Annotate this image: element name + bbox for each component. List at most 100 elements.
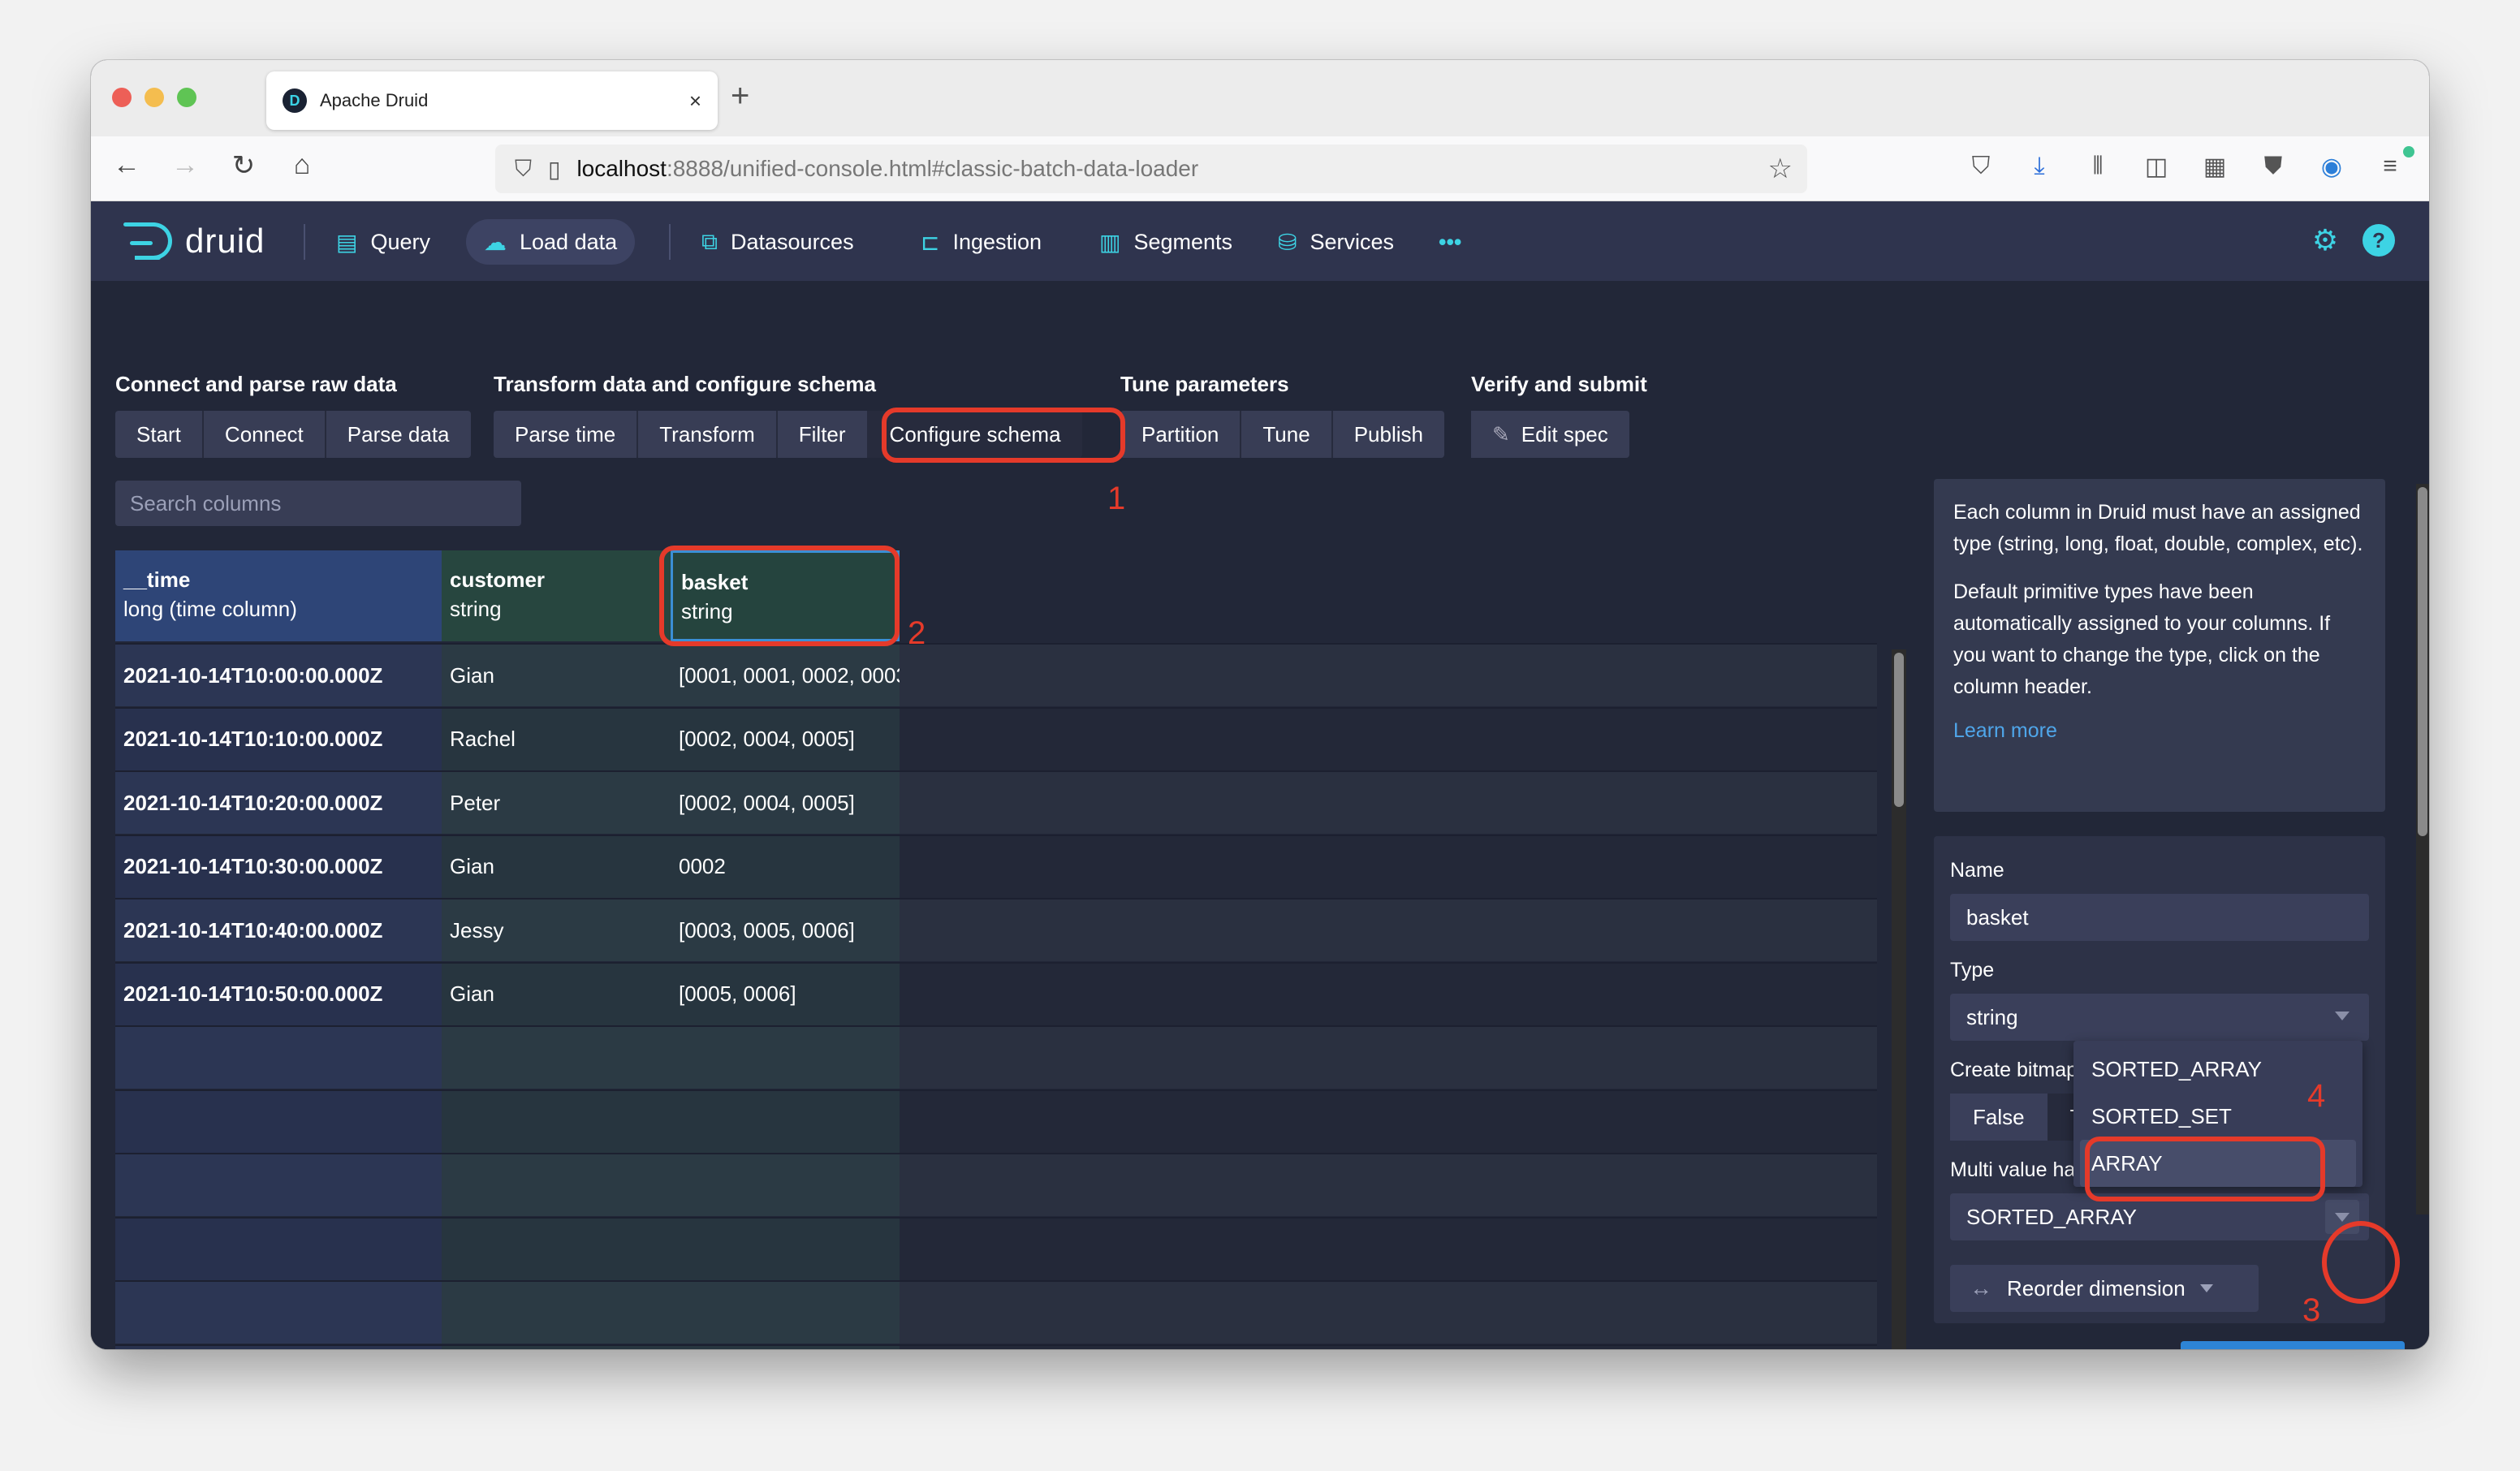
side-panel-scrollbar[interactable] bbox=[2416, 484, 2429, 1214]
nav-query[interactable]: ▤ Query bbox=[318, 219, 448, 265]
step-start[interactable]: Start bbox=[115, 411, 204, 458]
cell-customer: Jessy bbox=[442, 899, 671, 961]
column-header-time[interactable]: __time long (time column) bbox=[115, 550, 442, 641]
cell-customer bbox=[442, 1027, 671, 1089]
table-row: 2021-10-14T10:40:00.000Z Jessy [0003, 0005… bbox=[115, 898, 1877, 961]
cell-filler bbox=[900, 899, 1877, 961]
cell-customer: Peter bbox=[442, 772, 671, 834]
back-button[interactable]: ← bbox=[109, 149, 145, 181]
shield-icon[interactable]: ⛉ bbox=[515, 156, 532, 183]
search-columns-input[interactable] bbox=[115, 481, 521, 526]
chevron-down-icon bbox=[2335, 1213, 2350, 1222]
step-transform[interactable]: Transform bbox=[638, 411, 778, 458]
pocket-icon[interactable]: ⛉ bbox=[1963, 153, 1999, 180]
column-header-customer[interactable]: customer string bbox=[442, 550, 671, 641]
column-header-basket[interactable]: basket string bbox=[671, 550, 900, 641]
type-value: string bbox=[1966, 1004, 2018, 1029]
table-header: __time long (time column) customer strin… bbox=[115, 550, 1877, 641]
navigation-toolbar: ← → ↻ ⌂ ⛉ ▯ localhost:8888/unified-conso… bbox=[91, 136, 2429, 201]
empty-table-row bbox=[115, 1280, 1877, 1344]
cell-time: 2021-10-14T10:10:00.000Z bbox=[115, 708, 442, 770]
step-group-connect: Start Connect Parse data bbox=[115, 411, 471, 458]
annotation-number: 4 bbox=[2307, 1078, 2326, 1114]
druid-logo[interactable]: druid bbox=[123, 219, 265, 263]
forward-button[interactable]: → bbox=[167, 149, 203, 181]
table-row: 2021-10-14T10:30:00.000Z Gian 0002 bbox=[115, 834, 1877, 898]
nav-segments[interactable]: ▥ Segments bbox=[1081, 219, 1250, 265]
extensions-grid-icon[interactable]: ▦ bbox=[2197, 153, 2233, 181]
nav-load-data[interactable]: ☁ Load data bbox=[466, 219, 636, 265]
vpn-lock-icon[interactable]: ◉ bbox=[2314, 153, 2350, 181]
annotation-number: 1 bbox=[1107, 481, 1126, 516]
menu-icon[interactable]: ≡ bbox=[2372, 153, 2408, 180]
ublock-icon[interactable]: ⛊ bbox=[2255, 153, 2291, 180]
step-publish[interactable]: Publish bbox=[1332, 411, 1444, 458]
home-button[interactable]: ⌂ bbox=[284, 149, 320, 181]
bitmap-false-button[interactable]: False bbox=[1950, 1094, 2048, 1141]
cell-basket: [0001, 0001, 0002, 0003] bbox=[671, 645, 900, 706]
druid-favicon-icon: D bbox=[283, 88, 307, 113]
nav-ingestion[interactable]: ⊏ Ingestion bbox=[903, 219, 1059, 265]
download-icon[interactable]: ⤓ bbox=[2022, 153, 2057, 180]
step-connect[interactable]: Connect bbox=[203, 411, 326, 458]
url-bar[interactable]: ⛉ ▯ localhost:8888/unified-console.html#… bbox=[495, 145, 1807, 193]
cell-customer: Gian bbox=[442, 963, 671, 1025]
step-filter[interactable]: Filter bbox=[777, 411, 869, 458]
cell-filler bbox=[900, 1282, 1877, 1344]
cloud-upload-icon: ☁ bbox=[484, 229, 507, 255]
help-icon[interactable]: ? bbox=[2362, 224, 2395, 257]
new-tab-button[interactable]: + bbox=[731, 78, 749, 114]
minimize-window-button[interactable] bbox=[145, 88, 164, 107]
table-scrollbar[interactable] bbox=[1892, 649, 1906, 1349]
caret-down-icon bbox=[2199, 1284, 2213, 1292]
side-panel-scrollbar-thumb[interactable] bbox=[2418, 487, 2427, 836]
cell-filler bbox=[900, 772, 1877, 834]
settings-gear-icon[interactable]: ⚙ bbox=[2309, 224, 2341, 257]
step-edit-spec[interactable]: ✎ Edit spec bbox=[1471, 411, 1629, 458]
name-input[interactable]: basket bbox=[1950, 894, 2369, 941]
cell-customer bbox=[442, 1154, 671, 1216]
ingestion-icon: ⊏ bbox=[921, 229, 940, 255]
cell-filler bbox=[900, 1219, 1877, 1280]
step-parse-data[interactable]: Parse data bbox=[326, 411, 471, 458]
multi-value-dropdown-button[interactable] bbox=[2325, 1200, 2359, 1234]
step-configure-schema[interactable]: Configure schema bbox=[868, 411, 1082, 458]
reload-button[interactable]: ↻ bbox=[226, 149, 261, 182]
table-row: 2021-10-14T10:10:00.000Z Rachel [0002, 000… bbox=[115, 706, 1877, 770]
maximize-window-button[interactable] bbox=[177, 88, 196, 107]
logo-text: druid bbox=[185, 222, 265, 260]
cell-basket bbox=[671, 1090, 900, 1153]
nav-datasources[interactable]: ⧉ Datasources bbox=[684, 219, 872, 265]
nav-services[interactable]: ⛁ Services bbox=[1260, 219, 1412, 265]
step-partition[interactable]: Partition bbox=[1120, 411, 1242, 458]
column-type: long (time column) bbox=[123, 597, 297, 621]
table-row: 2021-10-14T10:50:00.000Z Gian [0005, 0006] bbox=[115, 961, 1877, 1025]
more-menu-button[interactable]: ••• bbox=[1421, 219, 1479, 265]
step-group-label: Transform data and configure schema bbox=[494, 372, 877, 396]
annotation-number: 3 bbox=[2302, 1292, 2321, 1328]
step-tune[interactable]: Tune bbox=[1241, 411, 1333, 458]
browser-tab[interactable]: D Apache Druid × bbox=[266, 71, 718, 130]
close-tab-icon[interactable]: × bbox=[689, 88, 701, 114]
multi-value-handling-input[interactable]: SORTED_ARRAY bbox=[1950, 1193, 2369, 1240]
library-icon[interactable]: ⫴ bbox=[2080, 153, 2116, 180]
step-label: Edit spec bbox=[1521, 421, 1608, 446]
close-window-button[interactable] bbox=[112, 88, 132, 107]
nav-label: Query bbox=[370, 229, 430, 254]
sidebar-icon[interactable]: ◫ bbox=[2138, 153, 2174, 181]
cell-basket bbox=[671, 1282, 900, 1344]
load-data-view: Connect and parse raw data Transform dat… bbox=[91, 281, 2429, 1349]
info-paragraph: Default primitive types have been automa… bbox=[1953, 580, 2331, 698]
step-parse-time[interactable]: Parse time bbox=[494, 411, 639, 458]
bookmark-star-icon[interactable]: ☆ bbox=[1768, 153, 1793, 185]
schema-table: __time long (time column) customer strin… bbox=[115, 550, 1877, 1349]
nav-label: Datasources bbox=[731, 229, 854, 254]
learn-more-link[interactable]: Learn more bbox=[1953, 719, 2057, 742]
table-scrollbar-thumb[interactable] bbox=[1894, 653, 1904, 807]
menu-item-array[interactable]: ARRAY bbox=[2080, 1140, 2356, 1187]
tab-bar: D Apache Druid × + bbox=[91, 60, 2429, 136]
cell-filler bbox=[900, 1091, 1877, 1153]
next-partition-button[interactable]: Next: Partition → bbox=[2181, 1341, 2405, 1349]
reorder-dimension-button[interactable]: ↔ Reorder dimension bbox=[1950, 1265, 2259, 1312]
type-select[interactable]: string bbox=[1950, 994, 2369, 1041]
